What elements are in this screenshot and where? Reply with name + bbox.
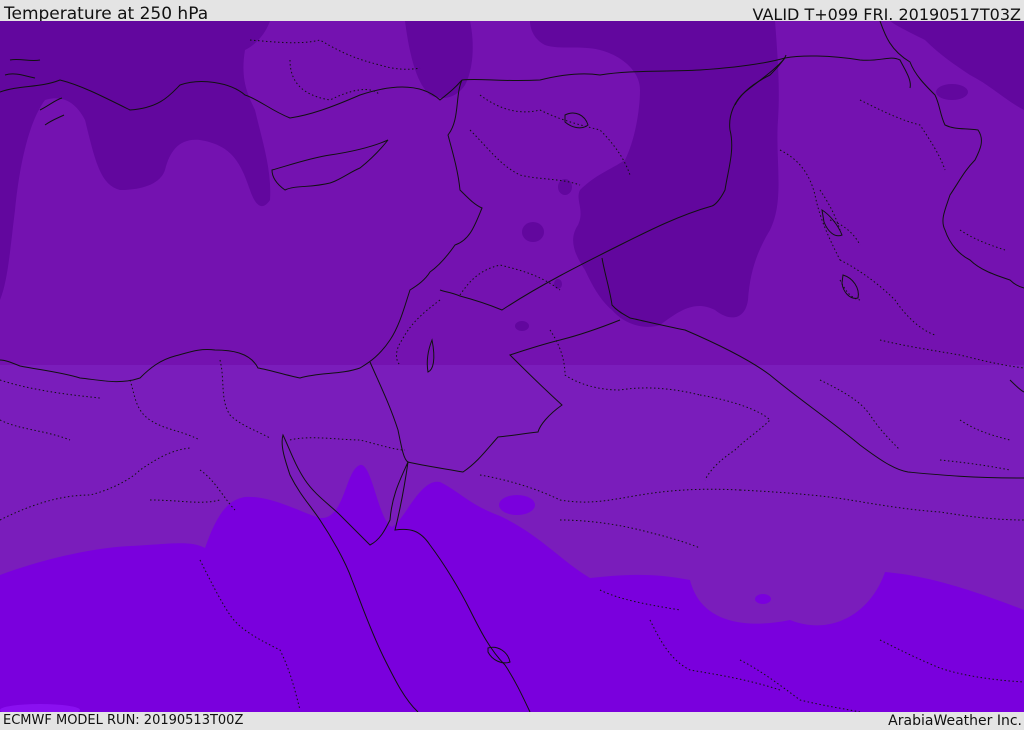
cold-spot — [554, 279, 562, 289]
temperature-map[interactable] — [0, 21, 1024, 712]
model-run-label: ECMWF MODEL RUN: 20190513T00Z — [3, 713, 244, 728]
credit-label: ArabiaWeather Inc. — [888, 713, 1022, 729]
warm-spot — [499, 495, 535, 515]
cold-spot — [522, 222, 544, 242]
footer-bar: ECMWF MODEL RUN: 20190513T00Z ArabiaWeat… — [0, 712, 1024, 729]
cold-spot — [515, 321, 529, 331]
cold-spot — [936, 84, 968, 100]
header-bar: Temperature at 250 hPa VALID T+099 FRI. … — [0, 0, 1024, 24]
warm-spot — [755, 594, 771, 604]
